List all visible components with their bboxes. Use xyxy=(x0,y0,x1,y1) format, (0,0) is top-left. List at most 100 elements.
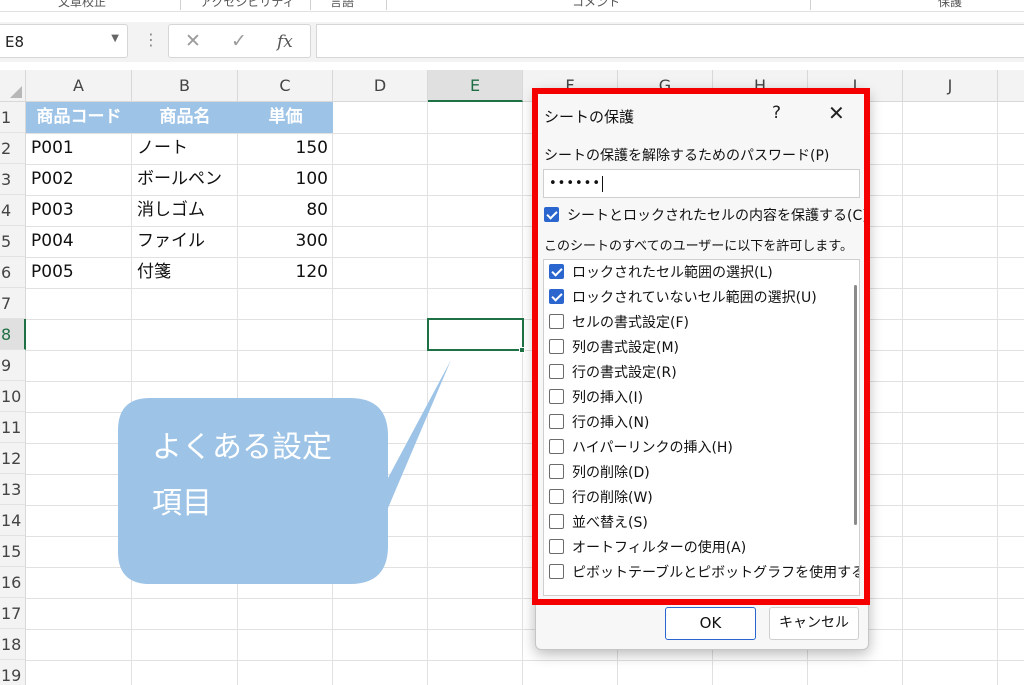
cell-c3[interactable]: 100 xyxy=(238,164,333,195)
column-header-e[interactable]: E xyxy=(428,70,523,102)
column-header-c[interactable]: C xyxy=(238,70,333,102)
cancel-icon[interactable]: ✕ xyxy=(185,30,201,52)
cell-b3[interactable]: ボールペン xyxy=(132,164,238,195)
row-header-16[interactable]: 16 xyxy=(0,567,26,598)
name-box[interactable]: E8 ▼ xyxy=(0,24,128,58)
permission-delete-columns[interactable]: 列の削除(D) xyxy=(549,462,650,482)
cell-c5[interactable]: 300 xyxy=(238,226,333,257)
row-header-4[interactable]: 4 xyxy=(0,195,26,226)
checkbox-unchecked-icon[interactable] xyxy=(549,513,564,529)
callout-text: よくある設定 項目 xyxy=(152,420,372,532)
permission-format-rows[interactable]: 行の書式設定(R) xyxy=(549,362,677,382)
more-vertical-icon[interactable]: ⋮ xyxy=(143,30,159,49)
row-header-18[interactable]: 18 xyxy=(0,629,26,660)
worksheet-grid[interactable]: A B C D E F G H I J 1 2 3 4 5 6 7 8 9 10… xyxy=(0,70,1024,685)
cell-a4[interactable]: P003 xyxy=(26,195,132,226)
column-header-j[interactable]: J xyxy=(903,70,998,102)
ok-button[interactable]: OK xyxy=(665,607,756,640)
row-header-10[interactable]: 10 xyxy=(0,381,26,412)
fill-handle[interactable] xyxy=(519,347,525,353)
cell-b2[interactable]: ノート xyxy=(132,133,238,164)
checkbox-unchecked-icon[interactable] xyxy=(549,313,564,329)
checkbox-unchecked-icon[interactable] xyxy=(549,388,564,404)
permission-insert-rows[interactable]: 行の挿入(N) xyxy=(549,412,649,432)
cell-c1-unit-price-header[interactable]: 単価 xyxy=(238,102,333,133)
text-caret xyxy=(602,175,604,192)
checkbox-unchecked-icon[interactable] xyxy=(549,438,564,454)
select-all-button[interactable] xyxy=(0,70,26,102)
chevron-down-icon[interactable]: ▼ xyxy=(111,33,119,44)
permission-label: 列の挿入(I) xyxy=(572,390,644,406)
cell-b4[interactable]: 消しゴム xyxy=(132,195,238,226)
permission-insert-columns[interactable]: 列の挿入(I) xyxy=(549,387,643,407)
row-header-8[interactable]: 8 xyxy=(0,319,26,350)
checkbox-unchecked-icon[interactable] xyxy=(549,413,564,429)
cell-b5[interactable]: ファイル xyxy=(132,226,238,257)
row-header-3[interactable]: 3 xyxy=(0,164,26,195)
checkbox-unchecked-icon[interactable] xyxy=(549,563,564,579)
cell-a5[interactable]: P004 xyxy=(26,226,132,257)
permission-format-cells[interactable]: セルの書式設定(F) xyxy=(549,312,689,332)
gridline xyxy=(26,288,1024,289)
permission-use-autofilter[interactable]: オートフィルターの使用(A) xyxy=(549,537,746,557)
checkbox-unchecked-icon[interactable] xyxy=(549,363,564,379)
row-header-2[interactable]: 2 xyxy=(0,133,26,164)
column-header-d[interactable]: D xyxy=(333,70,428,102)
row-header-14[interactable]: 14 xyxy=(0,505,26,536)
help-icon[interactable]: ? xyxy=(772,103,781,123)
row-header-6[interactable]: 6 xyxy=(0,257,26,288)
column-header-k[interactable] xyxy=(998,70,1024,102)
gridline xyxy=(26,319,1024,320)
row-header-5[interactable]: 5 xyxy=(0,226,26,257)
cell-a6[interactable]: P005 xyxy=(26,257,132,288)
cell-b1-product-name-header[interactable]: 商品名 xyxy=(132,102,238,133)
close-icon[interactable]: ✕ xyxy=(828,101,845,125)
permission-select-locked-cells[interactable]: ロックされたセル範囲の選択(L) xyxy=(549,262,773,282)
cell-c6[interactable]: 120 xyxy=(238,257,333,288)
checkbox-checked-icon[interactable] xyxy=(549,288,564,304)
list-scrollbar[interactable] xyxy=(854,285,857,525)
cell-c4[interactable]: 80 xyxy=(238,195,333,226)
protect-contents-checkbox[interactable]: シートとロックされたセルの内容を保護する(C) xyxy=(544,205,868,225)
row-header-13[interactable]: 13 xyxy=(0,474,26,505)
row-header-9[interactable]: 9 xyxy=(0,350,26,381)
insert-function-icon[interactable]: fx xyxy=(277,32,293,52)
checkbox-unchecked-icon[interactable] xyxy=(549,538,564,554)
permissions-list[interactable]: ロックされたセル範囲の選択(L) ロックされていないセル範囲の選択(U) セルの… xyxy=(543,259,860,596)
checkbox-checked-icon[interactable] xyxy=(544,206,559,222)
checkbox-unchecked-icon[interactable] xyxy=(549,488,564,504)
checkbox-unchecked-icon[interactable] xyxy=(549,463,564,479)
row-header-11[interactable]: 11 xyxy=(0,412,26,443)
permission-delete-rows[interactable]: 行の削除(W) xyxy=(549,487,653,507)
checkbox-checked-icon[interactable] xyxy=(549,263,564,279)
column-header-a[interactable]: A xyxy=(26,70,132,102)
permission-label: オートフィルターの使用(A) xyxy=(572,540,747,556)
permission-label: 列の削除(D) xyxy=(572,465,650,481)
row-header-15[interactable]: 15 xyxy=(0,536,26,567)
permission-insert-hyperlinks[interactable]: ハイパーリンクの挿入(H) xyxy=(549,437,733,457)
row-header-7[interactable]: 7 xyxy=(0,288,26,319)
row-header-1[interactable]: 1 xyxy=(0,102,26,133)
cell-c2[interactable]: 150 xyxy=(238,133,333,164)
cancel-button[interactable]: キャンセル xyxy=(769,607,859,640)
permission-format-columns[interactable]: 列の書式設定(M) xyxy=(549,337,679,357)
active-cell-e8[interactable] xyxy=(427,318,524,351)
ribbon-separator xyxy=(310,0,311,10)
ribbon-group-accessibility: アクセシビリティ xyxy=(200,0,295,9)
row-header-19[interactable]: 19 xyxy=(0,660,26,685)
cell-a3[interactable]: P002 xyxy=(26,164,132,195)
checkbox-unchecked-icon[interactable] xyxy=(549,338,564,354)
permission-select-unlocked-cells[interactable]: ロックされていないセル範囲の選択(U) xyxy=(549,287,817,307)
row-header-12[interactable]: 12 xyxy=(0,443,26,474)
cell-a2[interactable]: P001 xyxy=(26,133,132,164)
cell-a1-product-code-header[interactable]: 商品コード xyxy=(26,102,132,133)
formula-input[interactable] xyxy=(316,24,1024,58)
column-header-b[interactable]: B xyxy=(132,70,238,102)
row-header-17[interactable]: 17 xyxy=(0,598,26,629)
password-field[interactable]: •••••• xyxy=(543,169,860,198)
permission-sort[interactable]: 並べ替え(S) xyxy=(549,512,648,532)
ribbon-separator xyxy=(386,0,387,10)
cell-b6[interactable]: 付箋 xyxy=(132,257,238,288)
check-icon[interactable]: ✓ xyxy=(231,30,247,52)
permission-use-pivottable[interactable]: ピボットテーブルとピボットグラフを使用する xyxy=(549,562,859,582)
